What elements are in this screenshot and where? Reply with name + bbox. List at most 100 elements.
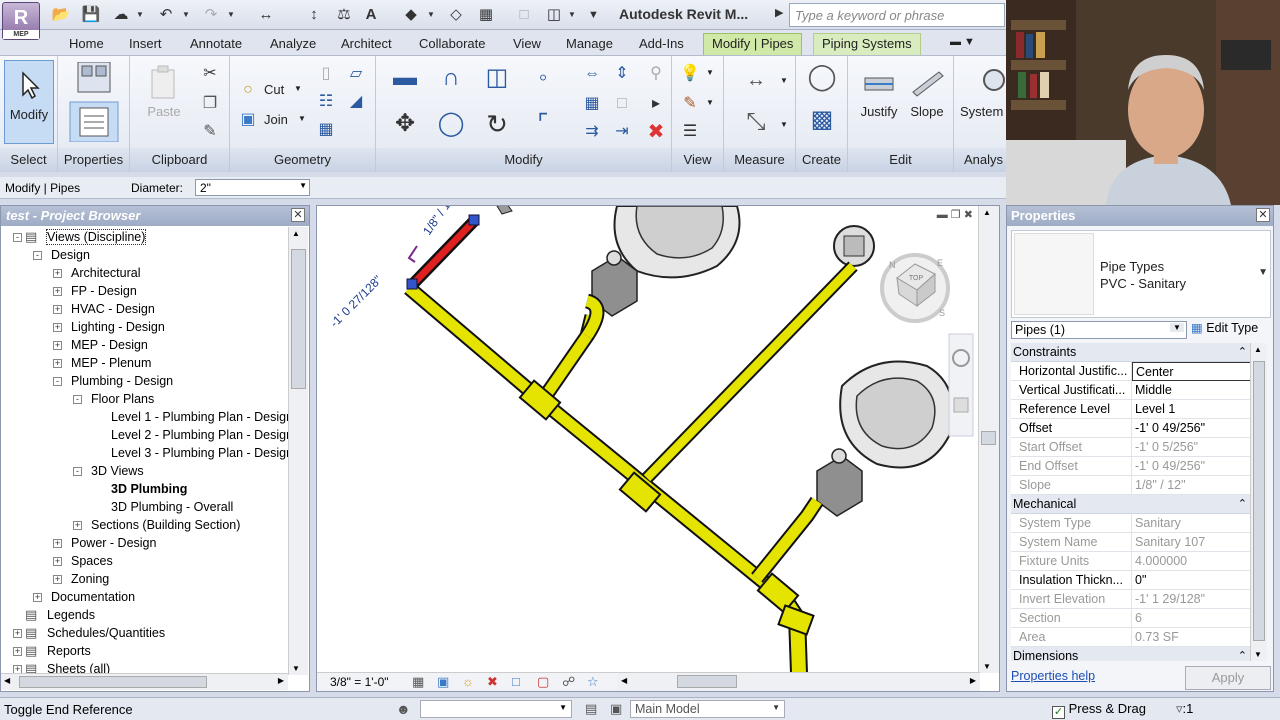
tree-expander-icon[interactable]: +	[53, 269, 62, 278]
scroll-down-icon[interactable]: ▼	[983, 662, 991, 671]
scrollbar-thumb[interactable]	[291, 249, 306, 389]
join-dropdown[interactable]: ▼	[298, 114, 306, 123]
panel-measure-label[interactable]: Measure	[724, 148, 795, 172]
edit-type-button[interactable]: ▦ Edit Type	[1191, 320, 1258, 335]
switch-windows-dropdown[interactable]: ▼	[568, 4, 576, 26]
viewcube[interactable]: TOP N E S	[880, 253, 950, 323]
tree-node[interactable]: Documentation	[51, 590, 135, 604]
toilet-fixture-top[interactable]	[591, 206, 741, 317]
tree-node[interactable]: Reports	[47, 644, 91, 658]
apply-button[interactable]: Apply	[1185, 666, 1271, 690]
delete-icon[interactable]: ✖	[646, 122, 666, 142]
thin-lines-icon[interactable]: ▦	[475, 4, 497, 26]
restore-icon[interactable]: ❐	[951, 209, 961, 221]
tree-node[interactable]: Lighting - Design	[71, 320, 165, 334]
tree-node[interactable]: 3D Plumbing - Overall	[111, 500, 233, 514]
scroll-down-icon[interactable]: ▼	[292, 664, 300, 673]
tree-expander-icon[interactable]: +	[53, 557, 62, 566]
split-element-icon[interactable]: ⇔	[582, 64, 602, 84]
undo-dropdown[interactable]: ▼	[182, 4, 190, 26]
override-graphics-dropdown[interactable]: ▼	[706, 98, 714, 107]
tree-expander-icon[interactable]: +	[53, 287, 62, 296]
close-view-icon[interactable]: ✖	[964, 209, 973, 221]
chevron-down-icon[interactable]: ▼	[1258, 267, 1268, 278]
tree-node[interactable]: Floor Plans	[91, 392, 154, 406]
tree-node[interactable]: 3D Views	[91, 464, 144, 478]
slope-annotation[interactable]: 1/8" / 1	[420, 206, 453, 238]
tab-architect[interactable]: Architect	[341, 34, 392, 56]
tree-node[interactable]: HVAC - Design	[71, 302, 155, 316]
offset-icon[interactable]: ∩	[436, 66, 466, 90]
design-option-select[interactable]: Main Model ▼	[630, 700, 785, 718]
panel-select-label[interactable]: Select	[0, 148, 57, 172]
selection-filter[interactable]: ▿:1	[1176, 701, 1193, 717]
floor-drain[interactable]	[833, 225, 875, 275]
undo-icon[interactable]: ↶	[155, 4, 177, 26]
join-button[interactable]: Join	[264, 112, 288, 127]
tree-node[interactable]: Architectural	[71, 266, 140, 280]
temporary-hide-icon[interactable]: ☆	[587, 674, 599, 690]
redo-icon[interactable]: ↷	[200, 4, 222, 26]
property-row[interactable]: Vertical Justificati... Middle	[1011, 381, 1251, 400]
measure-dropdown[interactable]: ▼	[780, 76, 788, 85]
view-scale[interactable]: 3/8" = 1'-0"	[330, 675, 389, 689]
split-gap-icon[interactable]: ⇕	[612, 64, 632, 84]
trim-multiple-icon[interactable]: ⇉	[582, 122, 602, 142]
property-value[interactable]: Center	[1132, 362, 1251, 381]
tree-expander-icon[interactable]: -	[33, 251, 42, 260]
minimize-icon[interactable]: ▬	[937, 209, 948, 221]
tree-expander-icon[interactable]: +	[53, 341, 62, 350]
tag-icon[interactable]: ⚖	[333, 4, 355, 26]
property-value[interactable]: 0"	[1132, 571, 1251, 590]
panel-view-label[interactable]: View	[672, 148, 723, 172]
align-icon[interactable]: ▬	[390, 66, 420, 90]
panel-geometry-label[interactable]: Geometry	[230, 148, 375, 172]
trim-extend-icon[interactable]: ⌜	[528, 112, 558, 136]
linework-icon[interactable]: ☰	[680, 122, 700, 142]
cut-button[interactable]: Cut	[264, 82, 284, 97]
switch-windows-icon[interactable]: ◫	[543, 4, 565, 26]
tree-node[interactable]: Level 3 - Plumbing Plan - Design	[111, 446, 288, 460]
chevron-down-icon[interactable]: ▼	[1170, 323, 1184, 332]
tree-expander-icon[interactable]: +	[53, 323, 62, 332]
measure-between-icon[interactable]: ↔	[736, 70, 776, 90]
panel-analysis-label[interactable]: Analys	[954, 148, 1006, 172]
copy-icon[interactable]: ❐	[200, 94, 220, 114]
3d-view-dropdown[interactable]: ▼	[427, 4, 435, 26]
type-properties-button[interactable]	[68, 61, 120, 143]
scroll-up-icon[interactable]: ▲	[1254, 345, 1262, 354]
aligned-dimension-icon[interactable]: ↕	[303, 4, 325, 26]
offset-annotation[interactable]: -1' 0 27/128"	[327, 273, 384, 330]
scrollbar-thumb[interactable]	[677, 675, 737, 688]
close-icon[interactable]: ✕	[291, 208, 305, 222]
minimize-ribbon-icon[interactable]: ▬ ▼	[950, 34, 975, 56]
detail-level-icon[interactable]: ▦	[412, 674, 424, 690]
tree-expander-icon[interactable]: +	[33, 593, 42, 602]
text-icon[interactable]: A	[360, 4, 382, 26]
collapse-icon[interactable]: ⌃	[1238, 345, 1247, 358]
redo-dropdown[interactable]: ▼	[227, 4, 235, 26]
property-value[interactable]: Level 1	[1132, 400, 1251, 419]
tree-expander-icon[interactable]: -	[13, 233, 22, 242]
panel-modify-label[interactable]: Modify	[376, 148, 671, 172]
sanitary-pipe-network[interactable]	[404, 261, 858, 673]
crop-view-icon[interactable]: □	[512, 674, 520, 689]
customize-qat-icon[interactable]: ▼	[588, 4, 599, 26]
diameter-select[interactable]: 2" ▼	[195, 179, 310, 196]
justify-button[interactable]: Justify	[856, 64, 902, 119]
navigation-bar[interactable]	[948, 333, 974, 437]
tree-expander-icon[interactable]: -	[73, 395, 82, 404]
type-selector[interactable]: Pipe Types PVC - Sanitary ▼	[1011, 230, 1271, 318]
view-vertical-scrollbar[interactable]: ▲ ▼	[978, 206, 999, 673]
slope-button[interactable]: Slope	[904, 64, 950, 119]
worksets-icon[interactable]: ☻	[396, 701, 411, 717]
measure-icon[interactable]: ↔	[255, 4, 277, 26]
scroll-right-icon[interactable]: ▶	[278, 676, 284, 685]
property-value[interactable]: -1' 0 49/256"	[1132, 419, 1251, 438]
hide-crop-icon[interactable]: ▢	[537, 674, 549, 690]
tree-expander-icon[interactable]: -	[53, 377, 62, 386]
paint-icon[interactable]: ◢	[346, 92, 366, 112]
instance-filter-select[interactable]: Pipes (1) ▼	[1011, 321, 1187, 339]
visual-style-icon[interactable]: ▣	[437, 674, 449, 690]
tree-node[interactable]: Plumbing - Design	[71, 374, 173, 388]
